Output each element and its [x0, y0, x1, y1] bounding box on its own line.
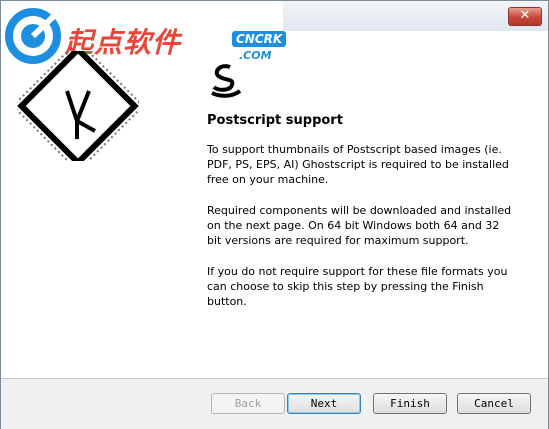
- skip-paragraph: If you do not require support for these …: [207, 265, 508, 308]
- ghostscript-logo-icon: [211, 64, 242, 98]
- page-heading: Postscript support: [207, 113, 343, 128]
- watermark-badge: CNCRK: [232, 31, 287, 47]
- wizard-side-graphic-icon: [17, 51, 139, 161]
- finish-button[interactable]: Finish: [373, 393, 447, 414]
- next-button[interactable]: Next: [287, 393, 361, 414]
- back-button[interactable]: Back: [211, 393, 285, 414]
- close-button[interactable]: ✕: [508, 7, 542, 26]
- installer-window: ✕ 起点软件 CNCRK .COM Postscript support To …: [0, 0, 549, 429]
- components-paragraph: Required components will be downloaded a…: [207, 204, 512, 247]
- cancel-button[interactable]: Cancel: [457, 393, 531, 414]
- page-content: Postscript support To support thumbnails…: [207, 113, 517, 325]
- description-paragraph: To support thumbnails of Postscript base…: [207, 143, 509, 186]
- button-bar: Back Next Finish Cancel: [1, 378, 548, 429]
- close-icon: ✕: [519, 8, 531, 23]
